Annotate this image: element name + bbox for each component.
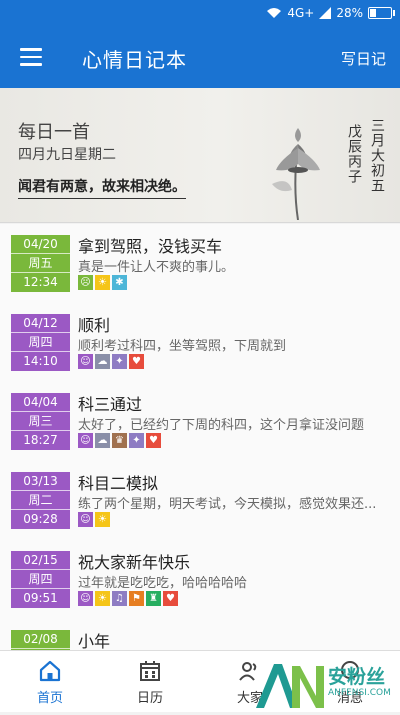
mood-tag-icon: ⚑: [129, 591, 144, 606]
entry-title: 顺利: [78, 316, 111, 335]
tab-calendar[interactable]: 日历: [100, 651, 200, 712]
mood-tag-icon: ☀: [95, 275, 110, 290]
tab-home[interactable]: 首页: [0, 651, 100, 712]
entry-time: 12:34: [23, 275, 58, 289]
entry-weekday: 周四: [11, 569, 70, 589]
mood-tag-icon: ✦: [129, 433, 144, 448]
entry-preview: 过年就是吃吃吃，哈哈哈哈哈: [78, 576, 248, 591]
entry-date: 04/20: [23, 237, 58, 251]
mood-tag-icon: ☁: [95, 354, 110, 369]
lotus-painting-icon: [272, 128, 320, 220]
signal-icon: [319, 7, 332, 19]
mood-tag-icon: ♜: [146, 591, 161, 606]
app-title: 心情日记本: [82, 48, 187, 72]
entry-date-box: 04/20 周五 12:34: [11, 235, 70, 292]
entry-time: 18:27: [23, 433, 58, 447]
poem-line: 闻君有两意，故来相决绝。: [18, 176, 186, 199]
entry-weekday: 周二: [11, 490, 70, 510]
watermark-text: 安粉丝: [328, 666, 386, 688]
lunar-ganzhi: 戊辰丙子: [346, 124, 362, 184]
entry-weekday: 周三: [11, 411, 70, 431]
mood-tag-icon: ☺: [78, 591, 93, 606]
entry-preview: 顺利考过科四，坐等驾照，下周就到: [78, 339, 287, 354]
mood-tag-icon: ✦: [112, 354, 127, 369]
entry-date-box: 03/13 周二 09:28: [11, 472, 70, 529]
entry-date: 02/15: [23, 553, 58, 567]
site-watermark: 安粉丝 ANFENSI.COM: [252, 656, 400, 711]
mood-tag-icon: ☺: [78, 354, 93, 369]
wifi-icon: [267, 8, 282, 18]
entry-time: 09:28: [23, 512, 58, 526]
mood-tag-icon: ♫: [112, 591, 127, 606]
entry-date: 04/12: [23, 316, 58, 330]
diary-entry[interactable]: 04/04 周三 18:27 科三通过太好了，已经约了下周的科四，这个月拿证没问题 ☺ ☁…: [0, 382, 400, 462]
tab-home-label: 首页: [36, 691, 63, 706]
write-diary-button[interactable]: 写日记: [341, 48, 386, 69]
entry-tags: ☹ ☀ ✱: [78, 275, 127, 290]
watermark-url: ANFENSI.COM: [328, 688, 391, 698]
diary-entry[interactable]: 02/15 周四 09:51 祝大家新年快乐过年就是吃吃吃，哈哈哈哈哈 ☺ ☀ ♫ ⚑ ♜ ♥: [0, 540, 400, 620]
entry-date-box: 04/12 周四 14:10: [11, 314, 70, 371]
diary-entry[interactable]: 04/12 周四 14:10 顺利顺利考过科四，坐等驾照，下周就到 ☺ ☁ ✦ ♥: [0, 303, 400, 383]
mood-tag-icon: ☁: [95, 433, 110, 448]
mood-tag-icon: ♥: [163, 591, 178, 606]
mood-tag-icon: ☺: [78, 433, 93, 448]
entry-date-box: 04/04 周三 18:27: [11, 393, 70, 450]
entry-time: 09:51: [23, 591, 58, 605]
entry-date: 04/04: [23, 395, 58, 409]
mood-tag-icon: ♥: [146, 433, 161, 448]
entry-tags: ☺ ☀: [78, 512, 110, 527]
signal-text: 4G+: [287, 6, 315, 20]
entry-tags: ☺ ☁ ♛ ✦ ♥: [78, 433, 161, 448]
mood-tag-icon: ☹: [78, 275, 93, 290]
entry-time: 14:10: [23, 354, 58, 368]
entry-tags: ☺ ☁ ✦ ♥: [78, 354, 144, 369]
entry-weekday: 周四: [11, 332, 70, 352]
mood-tag-icon: ☀: [95, 591, 110, 606]
entry-date: 03/13: [23, 474, 58, 488]
status-bar: 4G+ 28%: [0, 0, 400, 28]
mood-tag-icon: ☀: [95, 512, 110, 527]
entry-date: 02/08: [23, 632, 58, 646]
entry-title: 祝大家新年快乐: [78, 553, 191, 572]
entry-title: 小年: [78, 632, 111, 651]
mood-tag-icon: ♥: [129, 354, 144, 369]
entry-date-box: 02/15 周四 09:51: [11, 551, 70, 608]
lunar-date: 三月大初五: [369, 118, 385, 193]
battery-percent: 28%: [336, 6, 363, 20]
mood-tag-icon: ♛: [112, 433, 127, 448]
daily-poem-card[interactable]: 每日一首 四月九日星期二 闻君有两意，故来相决绝。 三月大初五 戊辰丙子: [0, 88, 400, 223]
entry-title: 科三通过: [78, 395, 143, 414]
mood-tag-icon: ✱: [112, 275, 127, 290]
poem-heading: 每日一首: [18, 122, 90, 143]
battery-icon: [368, 7, 395, 19]
entry-preview: 练了两个星期，明天考试，今天模拟，感觉效果还...: [78, 497, 377, 512]
entry-title: 科目二模拟: [78, 474, 159, 493]
entry-preview: 太好了，已经约了下周的科四，这个月拿证没问题: [78, 418, 365, 433]
diary-entry[interactable]: 04/20 周五 12:34 拿到驾照，没钱买车真是一件让人不爽的事儿。 ☹ ☀ ✱: [0, 224, 400, 304]
entry-tags: ☺ ☀ ♫ ⚑ ♜ ♥: [78, 591, 178, 606]
mood-tag-icon: ☺: [78, 512, 93, 527]
entry-preview: 真是一件让人不爽的事儿。: [78, 260, 235, 275]
poem-date: 四月九日星期二: [18, 147, 116, 163]
entry-title: 拿到驾照，没钱买车: [78, 237, 223, 256]
calendar-icon: [140, 661, 160, 681]
entry-weekday: 周五: [11, 253, 70, 273]
tab-calendar-label: 日历: [136, 691, 163, 706]
menu-icon[interactable]: [20, 48, 42, 66]
app-bar: 心情日记本 写日记: [0, 28, 400, 88]
diary-entry[interactable]: 03/13 周二 09:28 科目二模拟练了两个星期，明天考试，今天模拟，感觉效果还.…: [0, 461, 400, 541]
home-icon: [39, 660, 61, 682]
